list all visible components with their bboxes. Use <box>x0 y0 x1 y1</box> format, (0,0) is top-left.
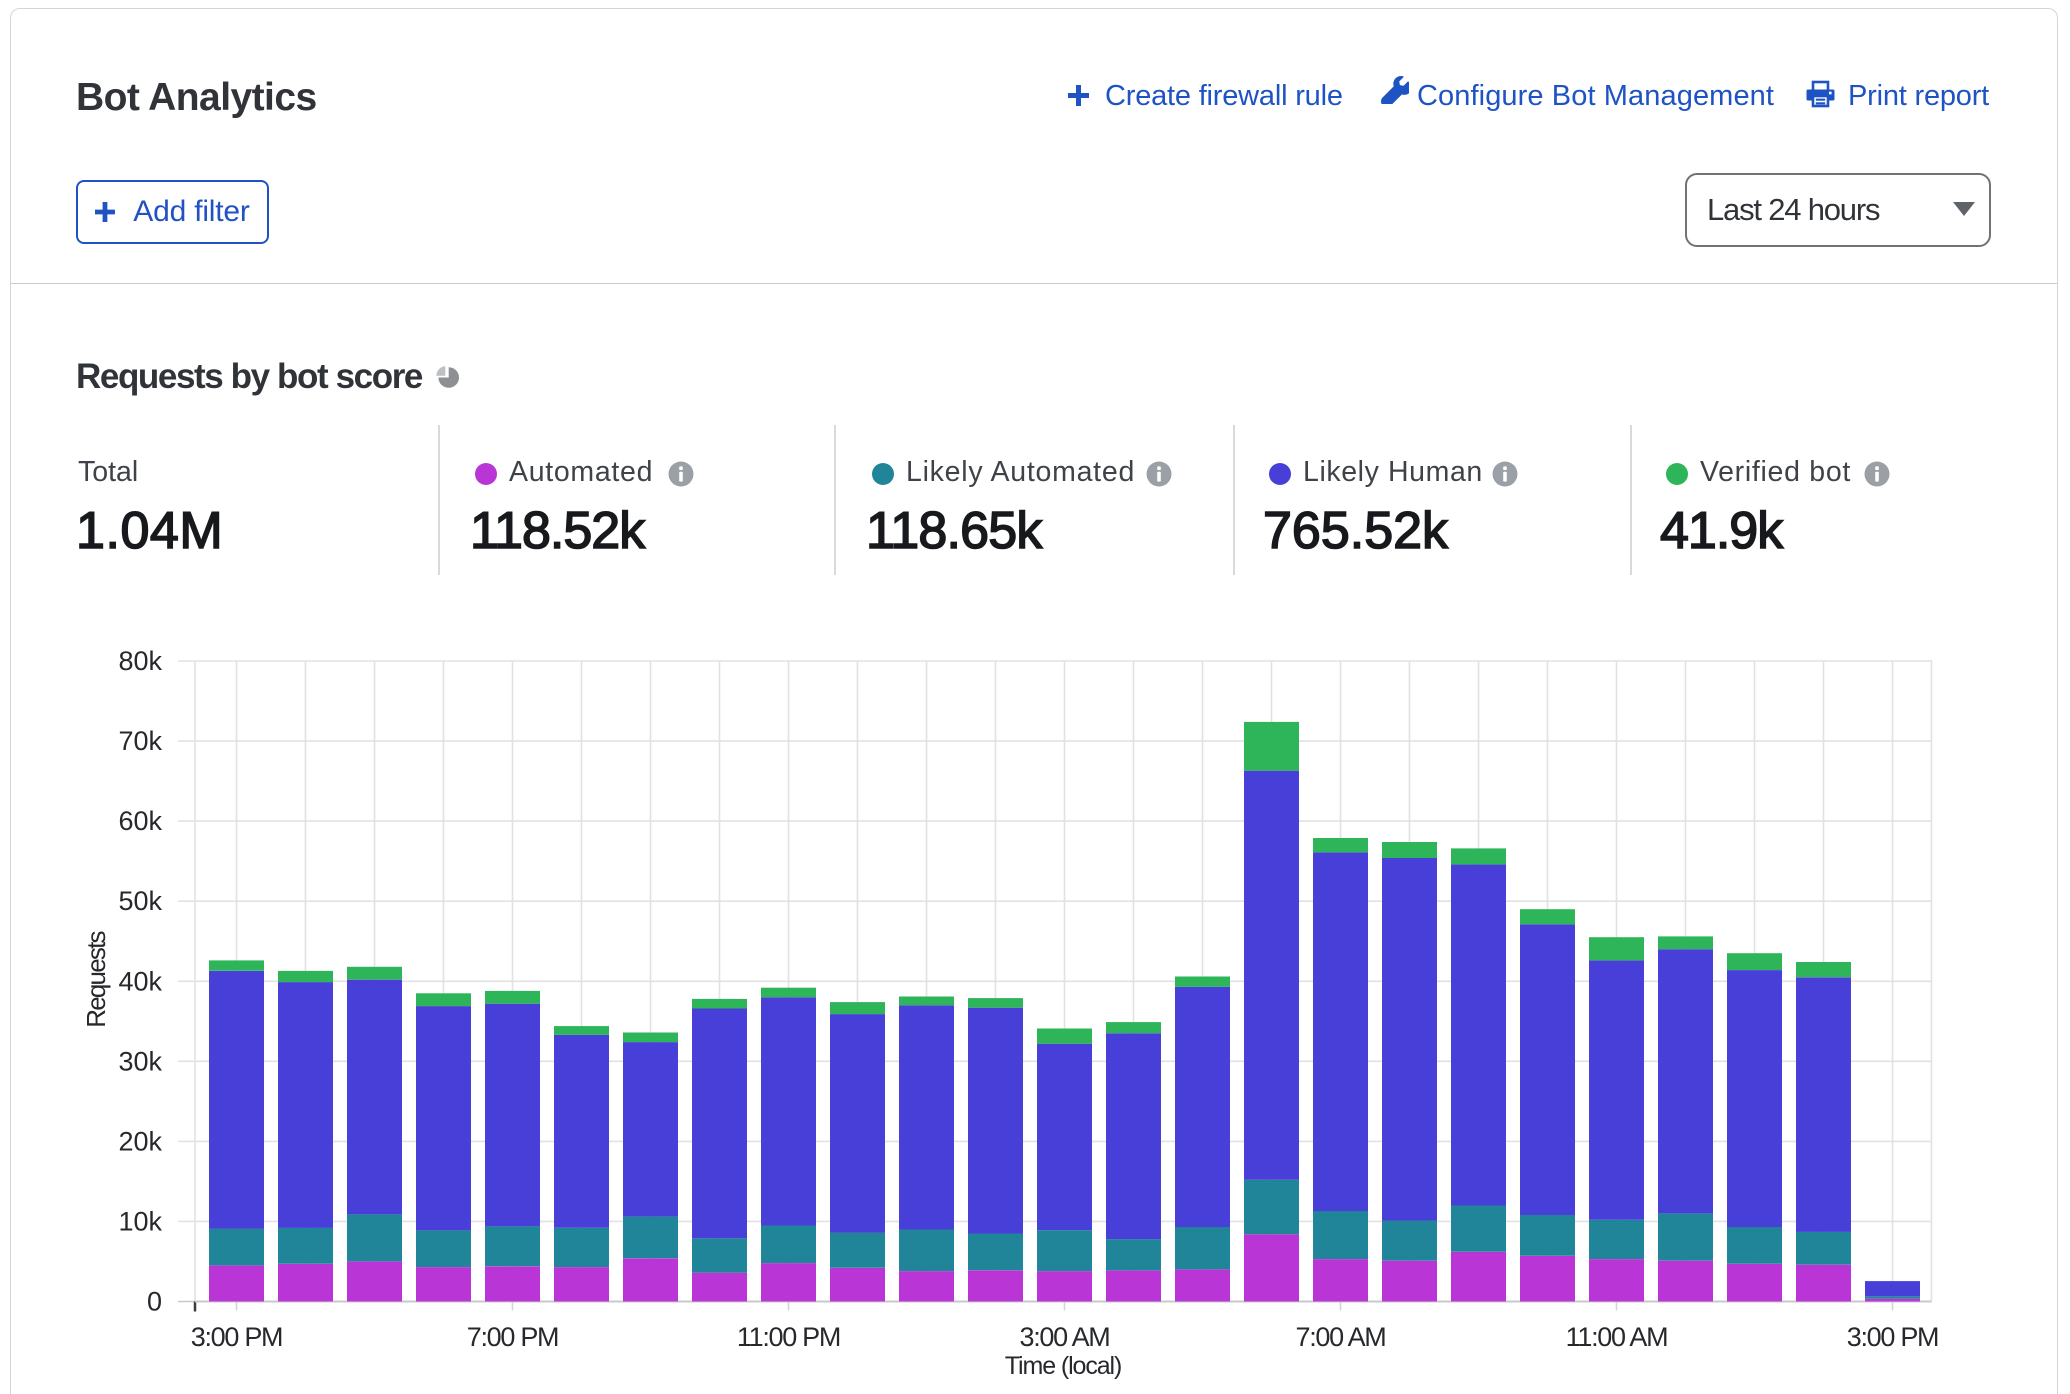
svg-text:70k: 70k <box>118 726 162 756</box>
svg-text:40k: 40k <box>118 966 162 996</box>
svg-text:50k: 50k <box>118 886 162 916</box>
svg-text:Time (local): Time (local) <box>1005 1352 1121 1380</box>
svg-text:0: 0 <box>147 1287 162 1317</box>
svg-text:20k: 20k <box>118 1126 162 1156</box>
svg-text:10k: 10k <box>118 1206 162 1236</box>
svg-text:7:00 PM: 7:00 PM <box>467 1322 558 1352</box>
svg-text:3:00 AM: 3:00 AM <box>1020 1322 1110 1352</box>
svg-text:30k: 30k <box>118 1046 162 1076</box>
svg-text:80k: 80k <box>118 646 162 676</box>
svg-text:60k: 60k <box>118 806 162 836</box>
svg-text:7:00 AM: 7:00 AM <box>1296 1322 1386 1352</box>
svg-text:3:00 PM: 3:00 PM <box>191 1322 282 1352</box>
svg-text:11:00 PM: 11:00 PM <box>737 1322 840 1352</box>
svg-text:11:00 AM: 11:00 AM <box>1566 1322 1668 1352</box>
svg-text:Requests: Requests <box>81 930 111 1027</box>
svg-text:3:00 PM: 3:00 PM <box>1847 1322 1938 1352</box>
